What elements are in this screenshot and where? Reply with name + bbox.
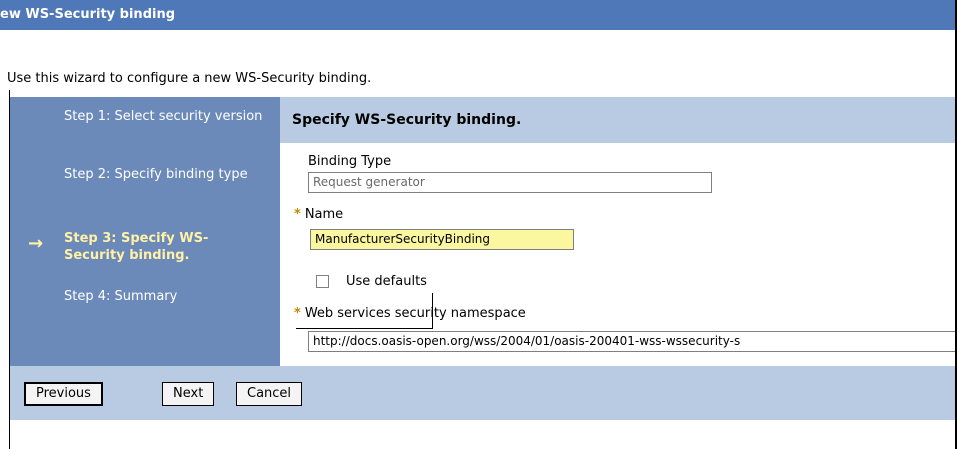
wizard-intro-text: Use this wizard to configure a new WS-Se… xyxy=(7,71,372,86)
name-label: Name xyxy=(304,207,344,222)
required-asterisk-icon: * xyxy=(294,306,301,321)
cancel-button[interactable]: Cancel xyxy=(236,382,303,406)
name-input[interactable]: ManufacturerSecurityBinding xyxy=(310,229,574,250)
step-3-current: Step 3: Specify WS-Security binding. xyxy=(64,231,209,263)
step-2: Step 2: Specify binding type xyxy=(64,167,248,182)
window-title-bar: ew WS-Security binding xyxy=(0,0,955,30)
binding-type-field: Request generator xyxy=(308,172,712,193)
namespace-input[interactable]: http://docs.oasis-open.org/wss/2004/01/o… xyxy=(308,331,955,352)
wizard-button-bar: Previous Next Cancel xyxy=(10,366,955,420)
text-cursor-marker xyxy=(432,293,433,329)
use-defaults-checkbox[interactable] xyxy=(316,275,329,288)
text-cursor-marker-base xyxy=(296,328,433,329)
next-button[interactable]: Next xyxy=(162,382,215,406)
use-defaults-label: Use defaults xyxy=(346,274,427,289)
name-label-row: * Name xyxy=(294,207,343,222)
window-title: ew WS-Security binding xyxy=(0,7,176,22)
current-step-arrow-icon: → xyxy=(28,233,44,254)
namespace-label: Web services security namespace xyxy=(304,306,526,321)
namespace-label-row: * Web services security namespace xyxy=(294,306,526,321)
left-border xyxy=(0,90,10,449)
content-heading: Specify WS-Security binding. xyxy=(280,97,955,143)
wizard-steps-sidebar: Step 1: Select security version Step 2: … xyxy=(10,97,280,366)
binding-form: Binding Type Request generator * Name Man… xyxy=(280,143,955,366)
required-asterisk-icon: * xyxy=(294,207,301,222)
binding-type-label: Binding Type xyxy=(308,154,392,169)
previous-button[interactable]: Previous xyxy=(24,382,103,406)
step-1: Step 1: Select security version xyxy=(64,109,263,124)
step-4: Step 4: Summary xyxy=(64,289,178,304)
